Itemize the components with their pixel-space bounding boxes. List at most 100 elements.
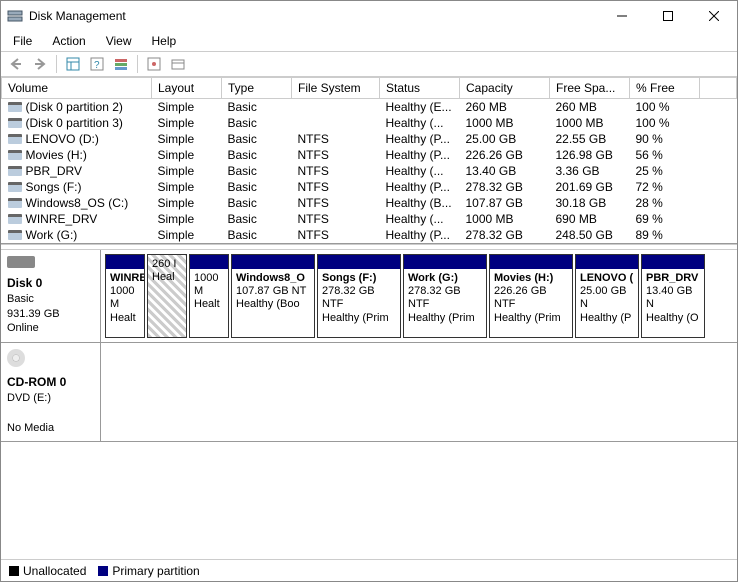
disk-info[interactable]: CD-ROM 0DVD (E:)No Media bbox=[1, 343, 101, 441]
cell-capacity: 25.00 GB bbox=[460, 131, 550, 147]
minimize-button[interactable] bbox=[599, 1, 645, 31]
table-row[interactable]: Work (G:)SimpleBasicNTFSHealthy (P...278… bbox=[2, 227, 737, 243]
volume-icon bbox=[8, 150, 22, 160]
partition[interactable]: 260 IHeal bbox=[147, 254, 187, 338]
partition-track: WINRE1000 MHealt260 IHeal1000 MHealtWind… bbox=[101, 250, 737, 342]
menu-view[interactable]: View bbox=[98, 33, 140, 49]
cell-status: Healthy (P... bbox=[380, 227, 460, 243]
col-free[interactable]: Free Spa... bbox=[550, 78, 630, 99]
partition-status: Healthy (Prim bbox=[322, 312, 389, 324]
table-row[interactable]: (Disk 0 partition 3)SimpleBasicHealthy (… bbox=[2, 115, 737, 131]
cell-fs: NTFS bbox=[292, 147, 380, 163]
table-row[interactable]: (Disk 0 partition 2)SimpleBasicHealthy (… bbox=[2, 99, 737, 116]
table-row[interactable]: LENOVO (D:)SimpleBasicNTFSHealthy (P...2… bbox=[2, 131, 737, 147]
volume-name: Windows8_OS (C:) bbox=[26, 196, 129, 210]
col-layout[interactable]: Layout bbox=[152, 78, 222, 99]
partition-status: Healt bbox=[110, 312, 136, 324]
partition[interactable]: Movies (H:)226.26 GB NTFHealthy (Prim bbox=[489, 254, 573, 338]
unallocated-swatch bbox=[9, 566, 19, 576]
cell-fs: NTFS bbox=[292, 195, 380, 211]
volume-name: (Disk 0 partition 3) bbox=[26, 116, 123, 130]
disk-info[interactable]: Disk 0Basic931.39 GBOnline bbox=[1, 250, 101, 342]
partition-status: Healthy (Prim bbox=[408, 312, 475, 324]
cell-pct: 100 % bbox=[630, 99, 700, 116]
cell-free: 3.36 GB bbox=[550, 163, 630, 179]
partition[interactable]: 1000 MHealt bbox=[189, 254, 229, 338]
table-row[interactable]: Windows8_OS (C:)SimpleBasicNTFSHealthy (… bbox=[2, 195, 737, 211]
cell-pct: 100 % bbox=[630, 115, 700, 131]
partition-track bbox=[101, 343, 737, 441]
menu-action[interactable]: Action bbox=[44, 33, 93, 49]
titlebar: Disk Management bbox=[1, 1, 737, 31]
svg-text:?: ? bbox=[94, 60, 100, 71]
cell-pct: 90 % bbox=[630, 131, 700, 147]
menu-help[interactable]: Help bbox=[144, 33, 185, 49]
cell-capacity: 226.26 GB bbox=[460, 147, 550, 163]
partition-title: LENOVO ( bbox=[580, 272, 633, 284]
cell-capacity: 278.32 GB bbox=[460, 227, 550, 243]
table-row[interactable]: Movies (H:)SimpleBasicNTFSHealthy (P...2… bbox=[2, 147, 737, 163]
disk-kind: Basic bbox=[7, 293, 34, 305]
volume-name: LENOVO (D:) bbox=[26, 132, 99, 146]
partition-status: Healthy (Prim bbox=[494, 312, 561, 324]
cell-layout: Simple bbox=[152, 163, 222, 179]
toolbar-list-icon[interactable] bbox=[110, 53, 132, 75]
cell-type: Basic bbox=[222, 99, 292, 116]
table-row[interactable]: WINRE_DRVSimpleBasicNTFSHealthy (...1000… bbox=[2, 211, 737, 227]
partition-status: Healthy (Boo bbox=[236, 298, 300, 310]
table-row[interactable]: Songs (F:)SimpleBasicNTFSHealthy (P...27… bbox=[2, 179, 737, 195]
menubar: File Action View Help bbox=[1, 31, 737, 51]
disk-kind: DVD (E:) bbox=[7, 392, 51, 404]
toolbar-help-icon[interactable]: ? bbox=[86, 53, 108, 75]
partition-size: 260 I bbox=[152, 258, 176, 270]
partition[interactable]: Work (G:)278.32 GB NTF Healthy (Prim bbox=[403, 254, 487, 338]
partition-size: 278.32 GB NTF bbox=[408, 285, 461, 310]
cell-type: Basic bbox=[222, 179, 292, 195]
cell-layout: Simple bbox=[152, 195, 222, 211]
partition[interactable]: PBR_DRV13.40 GB NHealthy (O bbox=[641, 254, 705, 338]
col-capacity[interactable]: Capacity bbox=[460, 78, 550, 99]
toolbar-properties-icon[interactable] bbox=[167, 53, 189, 75]
volume-icon bbox=[8, 134, 22, 144]
partition[interactable]: LENOVO (25.00 GB NHealthy (P bbox=[575, 254, 639, 338]
column-headers[interactable]: Volume Layout Type File System Status Ca… bbox=[2, 78, 737, 99]
volume-name: PBR_DRV bbox=[26, 164, 82, 178]
app-icon bbox=[7, 8, 23, 24]
cell-pct: 89 % bbox=[630, 227, 700, 243]
volume-icon bbox=[8, 118, 22, 128]
volume-icon bbox=[8, 230, 22, 240]
disk-size: 931.39 GB bbox=[7, 308, 60, 320]
col-fs[interactable]: File System bbox=[292, 78, 380, 99]
col-type[interactable]: Type bbox=[222, 78, 292, 99]
col-volume[interactable]: Volume bbox=[2, 78, 152, 99]
window-title: Disk Management bbox=[29, 9, 599, 23]
menu-file[interactable]: File bbox=[5, 33, 40, 49]
cd-icon bbox=[7, 349, 25, 367]
cell-layout: Simple bbox=[152, 179, 222, 195]
cell-type: Basic bbox=[222, 211, 292, 227]
partition[interactable]: Songs (F:)278.32 GB NTFHealthy (Prim bbox=[317, 254, 401, 338]
volume-name: Movies (H:) bbox=[26, 148, 87, 162]
partition-status: Healthy (O bbox=[646, 312, 699, 324]
col-status[interactable]: Status bbox=[380, 78, 460, 99]
col-pct[interactable]: % Free bbox=[630, 78, 700, 99]
table-row[interactable]: PBR_DRVSimpleBasicNTFSHealthy (...13.40 … bbox=[2, 163, 737, 179]
partition[interactable]: WINRE1000 MHealt bbox=[105, 254, 145, 338]
toolbar-settings-icon[interactable] bbox=[143, 53, 165, 75]
maximize-button[interactable] bbox=[645, 1, 691, 31]
cell-type: Basic bbox=[222, 131, 292, 147]
cell-free: 201.69 GB bbox=[550, 179, 630, 195]
cell-free: 1000 MB bbox=[550, 115, 630, 131]
close-button[interactable] bbox=[691, 1, 737, 31]
cell-capacity: 1000 MB bbox=[460, 115, 550, 131]
cell-free: 690 MB bbox=[550, 211, 630, 227]
partition-size: 107.87 GB NT bbox=[236, 285, 306, 297]
volume-icon bbox=[8, 182, 22, 192]
partition-status: Heal bbox=[152, 271, 175, 283]
toolbar-view-icon[interactable] bbox=[62, 53, 84, 75]
partition-title: Work (G:) bbox=[408, 272, 458, 284]
back-button[interactable] bbox=[5, 53, 27, 75]
forward-button[interactable] bbox=[29, 53, 51, 75]
partition[interactable]: Windows8_O107.87 GB NTHealthy (Boo bbox=[231, 254, 315, 338]
cell-status: Healthy (P... bbox=[380, 131, 460, 147]
